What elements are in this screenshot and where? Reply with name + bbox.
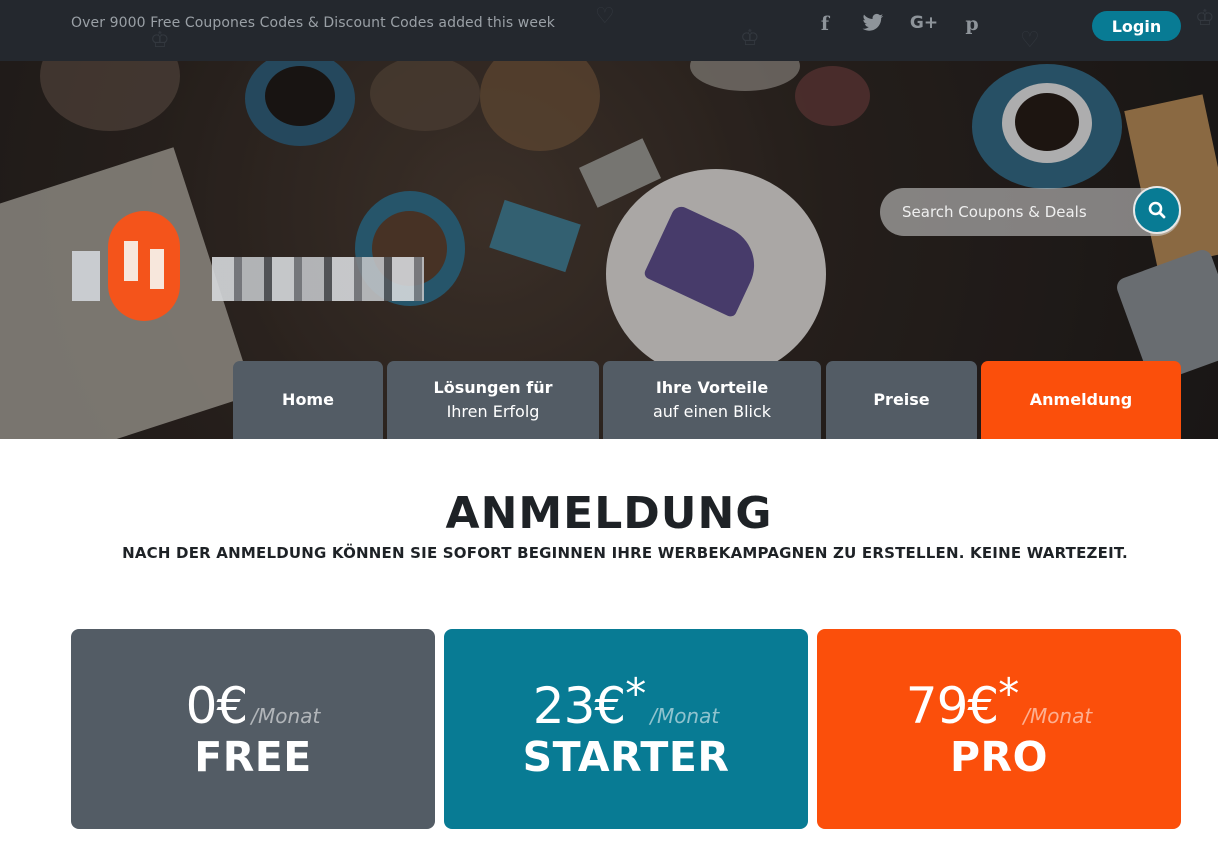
plan-name: STARTER	[522, 733, 730, 781]
plan-period: /Monat	[251, 704, 321, 728]
pinterest-icon[interactable]: p	[957, 13, 987, 39]
crown-pattern-icon: ♔	[1195, 6, 1215, 31]
facebook-icon[interactable]: f	[810, 13, 840, 39]
plan-card-pro[interactable]: 79€*/Monat PRO	[817, 629, 1181, 829]
tab-preise[interactable]: Preise	[826, 361, 977, 439]
plan-name: PRO	[950, 733, 1048, 781]
tab-vorteile[interactable]: Ihre Vorteile auf einen Blick	[603, 361, 821, 439]
site-logo[interactable]	[72, 211, 424, 321]
logo-wordmark	[212, 257, 424, 301]
promo-text: Over 9000 Free Coupones Codes & Discount…	[71, 15, 555, 31]
plan-price: 23€	[532, 677, 626, 735]
search-input[interactable]	[880, 188, 1130, 236]
login-button[interactable]: Login	[1092, 11, 1181, 41]
crown-pattern-icon: ♔	[740, 26, 760, 51]
twitter-icon[interactable]	[858, 13, 888, 39]
plan-period: /Monat	[650, 704, 720, 728]
plan-card-free[interactable]: 0€/Monat FREE	[71, 629, 435, 829]
top-bar: ♔ ♡ ♔ ♡ ♔ Over 9000 Free Coupones Codes …	[0, 0, 1218, 61]
crown-pattern-icon: ♔	[150, 28, 170, 53]
search-button[interactable]	[1133, 186, 1181, 234]
search-icon	[1148, 201, 1166, 219]
page-subtitle: NACH DER ANMELDUNG KÖNNEN SIE SOFORT BEG…	[122, 544, 1128, 562]
plan-name: FREE	[194, 733, 312, 781]
heart-pattern-icon: ♡	[595, 4, 615, 29]
tab-home[interactable]: Home	[233, 361, 383, 439]
google-plus-icon[interactable]: G+	[906, 13, 942, 39]
logo-mark	[108, 211, 180, 321]
plan-period: /Monat	[1023, 704, 1093, 728]
plan-card-starter[interactable]: 23€*/Monat STARTER	[444, 629, 808, 829]
main-nav: Home Lösungen für Ihren Erfolg Ihre Vort…	[0, 361, 1218, 439]
plan-price: 0€	[185, 677, 249, 735]
tab-anmeldung[interactable]: Anmeldung	[981, 361, 1181, 439]
page-title: ANMELDUNG	[445, 488, 773, 539]
heart-pattern-icon: ♡	[1020, 28, 1040, 53]
plan-price: 79€	[905, 677, 999, 735]
tab-loesungen[interactable]: Lösungen für Ihren Erfolg	[387, 361, 599, 439]
